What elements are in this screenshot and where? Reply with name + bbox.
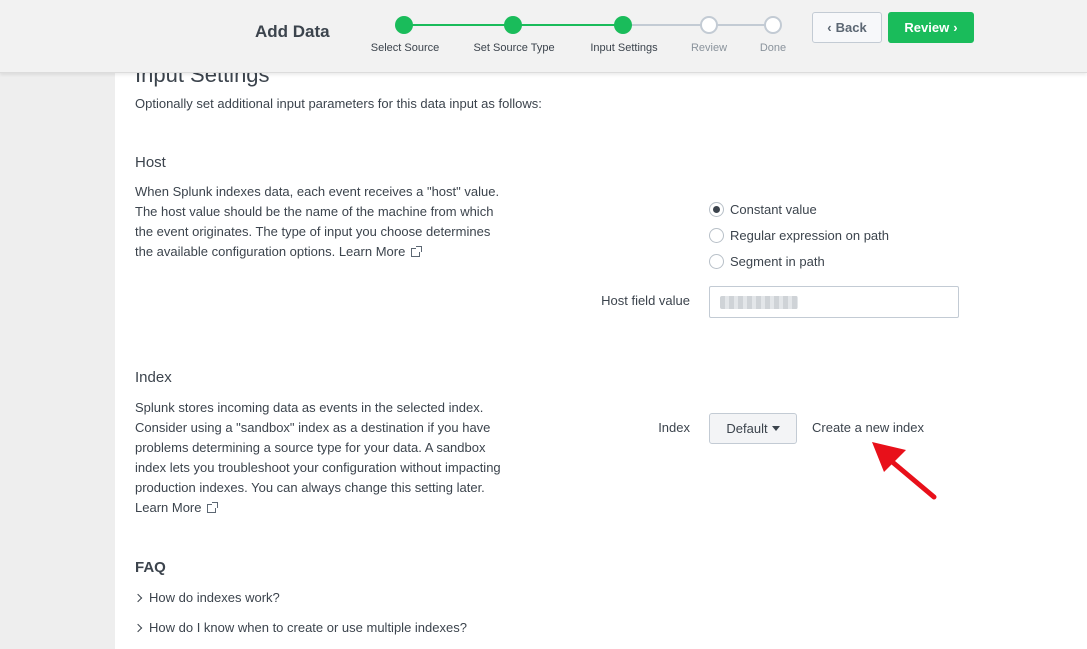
host-desc-line: When Splunk indexes data, each event rec… bbox=[135, 184, 500, 199]
host-desc-text: the available configuration options. bbox=[135, 244, 336, 259]
index-desc-line: problems determining a source type for y… bbox=[135, 440, 486, 455]
host-desc-line: The host value should be the name of the… bbox=[135, 204, 494, 219]
step-label-done: Done bbox=[759, 42, 787, 54]
radio-label: Constant value bbox=[730, 202, 817, 217]
page-intro: Optionally set additional input paramete… bbox=[135, 96, 542, 111]
wizard-header: Add Data Select Source Set Source Type I… bbox=[0, 0, 1087, 73]
step-label-review: Review bbox=[690, 42, 728, 54]
faq-item[interactable]: How do I know when to create or use mult… bbox=[133, 620, 467, 635]
radio-label: Regular expression on path bbox=[730, 228, 889, 243]
chevron-right-icon bbox=[133, 623, 143, 632]
index-description: Splunk stores incoming data as events in… bbox=[135, 398, 501, 518]
index-section-title: Index bbox=[135, 369, 172, 386]
index-desc-line: Consider using a "sandbox" index as a de… bbox=[135, 420, 491, 435]
redacted-host-value bbox=[720, 296, 798, 309]
index-field-label: Index bbox=[658, 420, 690, 435]
learn-more-label: Learn More bbox=[338, 244, 406, 259]
external-link-icon bbox=[411, 245, 423, 257]
progress-line-pending bbox=[623, 24, 772, 26]
step-dot-done bbox=[764, 16, 782, 34]
index-learn-more-line: Learn More bbox=[135, 498, 501, 518]
index-desc-line: Splunk stores incoming data as events in… bbox=[135, 400, 484, 415]
step-label-set-source-type: Set Source Type bbox=[473, 42, 555, 54]
step-dot-input-settings bbox=[614, 16, 632, 34]
wizard-title: Add Data bbox=[255, 22, 330, 41]
review-button[interactable]: Review › bbox=[888, 12, 974, 43]
host-section-title: Host bbox=[135, 154, 166, 171]
host-desc-line: the event originates. The type of input … bbox=[135, 224, 491, 239]
step-label-input-settings: Input Settings bbox=[590, 42, 658, 54]
radio-unchecked-icon[interactable] bbox=[709, 254, 724, 269]
step-label-select-source: Select Source bbox=[370, 42, 440, 54]
external-link-icon bbox=[207, 501, 219, 513]
index-desc-line: index lets you troubleshoot your configu… bbox=[135, 460, 501, 475]
host-field-wrapper bbox=[709, 286, 959, 318]
learn-more-label: Learn More bbox=[135, 500, 202, 515]
index-desc-line: production indexes. You can always chang… bbox=[135, 480, 485, 495]
back-button[interactable]: ‹ Back bbox=[812, 12, 882, 43]
faq-title: FAQ bbox=[135, 559, 166, 576]
radio-regex-on-path[interactable]: Regular expression on path bbox=[709, 228, 889, 243]
back-button-label: Back bbox=[835, 20, 867, 35]
faq-item[interactable]: How do indexes work? bbox=[133, 590, 280, 605]
host-field-input[interactable] bbox=[709, 286, 959, 318]
chevron-right-icon bbox=[133, 593, 143, 602]
radio-checked-icon[interactable] bbox=[709, 202, 724, 217]
step-dot-select-source bbox=[395, 16, 413, 34]
index-learn-more-link[interactable]: Learn More bbox=[135, 498, 219, 518]
host-learn-more-link[interactable]: Learn More bbox=[338, 242, 423, 262]
host-description: When Splunk indexes data, each event rec… bbox=[135, 182, 499, 262]
index-dropdown[interactable]: Default bbox=[709, 413, 797, 444]
chevron-right-icon: › bbox=[953, 20, 958, 35]
faq-item-label: How do indexes work? bbox=[149, 590, 280, 605]
red-arrow-annotation-icon bbox=[872, 442, 937, 500]
review-button-label: Review bbox=[904, 20, 950, 35]
faq-item-label: How do I know when to create or use mult… bbox=[149, 620, 467, 635]
left-gutter bbox=[0, 0, 115, 649]
radio-segment-in-path[interactable]: Segment in path bbox=[709, 254, 825, 269]
host-desc-line-last: the available configuration options. Lea… bbox=[135, 242, 499, 262]
chevron-left-icon: ‹ bbox=[827, 20, 832, 35]
radio-constant-value[interactable]: Constant value bbox=[709, 202, 817, 217]
host-field-label: Host field value bbox=[601, 293, 690, 308]
caret-down-icon bbox=[771, 426, 780, 431]
step-dot-review bbox=[700, 16, 718, 34]
index-dropdown-value: Default bbox=[726, 421, 768, 436]
main-content: Input Settings Optionally set additional… bbox=[115, 0, 1087, 649]
radio-label: Segment in path bbox=[730, 254, 825, 269]
step-dot-set-source-type bbox=[504, 16, 522, 34]
radio-unchecked-icon[interactable] bbox=[709, 228, 724, 243]
